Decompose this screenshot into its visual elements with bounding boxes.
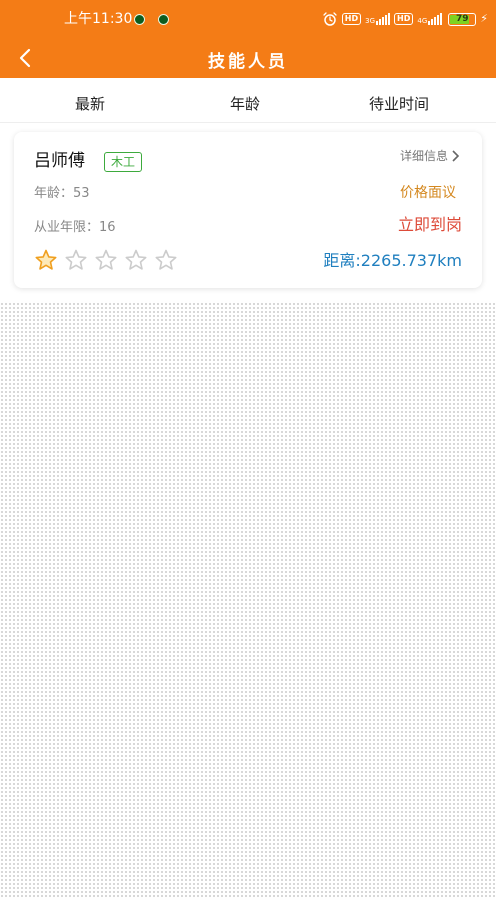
sort-tabs: 最新 年龄 待业时间 [0, 78, 496, 123]
tab-latest[interactable]: 最新 [75, 94, 105, 114]
star-empty-icon [95, 249, 117, 270]
star-empty-icon [65, 249, 87, 270]
detail-link-label: 详细信息 [399, 149, 448, 163]
signal-icon: 4G [417, 13, 443, 25]
tab-waiting-time[interactable]: 待业时间 [369, 94, 429, 114]
list-background [0, 302, 496, 899]
worker-name: 吕师傅 [34, 151, 85, 171]
price-text: 价格面议 [400, 185, 456, 201]
detail-link[interactable]: 详细信息 [400, 148, 460, 164]
worker-card[interactable]: 吕师傅 木工 详细信息 年龄：53 价格面议 从业年限：16 立即到岗 距离:2… [14, 132, 482, 288]
app-notification-icon [134, 14, 145, 25]
alarm-icon [323, 12, 337, 26]
trade-tag: 木工 [104, 152, 143, 172]
chevron-right-icon [452, 150, 460, 162]
status-time: 上午11:30 [64, 11, 133, 27]
star-empty-icon [155, 249, 177, 270]
experience-value: 16 [99, 220, 116, 235]
tab-age[interactable]: 年龄 [230, 94, 260, 114]
age-value: 53 [73, 186, 90, 201]
battery-icon: 79 [448, 12, 477, 26]
network-type-label: 3G [365, 17, 376, 25]
worker-age: 年龄：53 [34, 186, 90, 202]
availability-text: 立即到岗 [397, 215, 462, 234]
hd-badge: HD [394, 13, 414, 25]
nav-bar: 技能人员 [0, 38, 496, 78]
star-empty-icon [125, 249, 147, 270]
status-bar: 上午11:30 HD 3G HD 4G 79 ⚡ [0, 0, 496, 38]
signal-icon: 3G [365, 13, 391, 25]
page-title: 技能人员 [208, 52, 288, 72]
rating-stars [34, 248, 178, 272]
app-notification-icon [158, 14, 169, 25]
distance-text: 距离:2265.737km [323, 251, 462, 270]
status-icons: HD 3G HD 4G 79 ⚡ [322, 10, 488, 28]
worker-experience: 从业年限：16 [34, 220, 116, 236]
battery-level: 79 [456, 13, 469, 24]
network-type-label: 4G [417, 17, 428, 25]
hd-badge: HD [341, 13, 362, 25]
age-label: 年龄： [34, 186, 74, 201]
experience-label: 从业年限： [34, 220, 100, 235]
star-filled-icon [35, 249, 57, 270]
charging-icon: ⚡ [480, 12, 488, 25]
